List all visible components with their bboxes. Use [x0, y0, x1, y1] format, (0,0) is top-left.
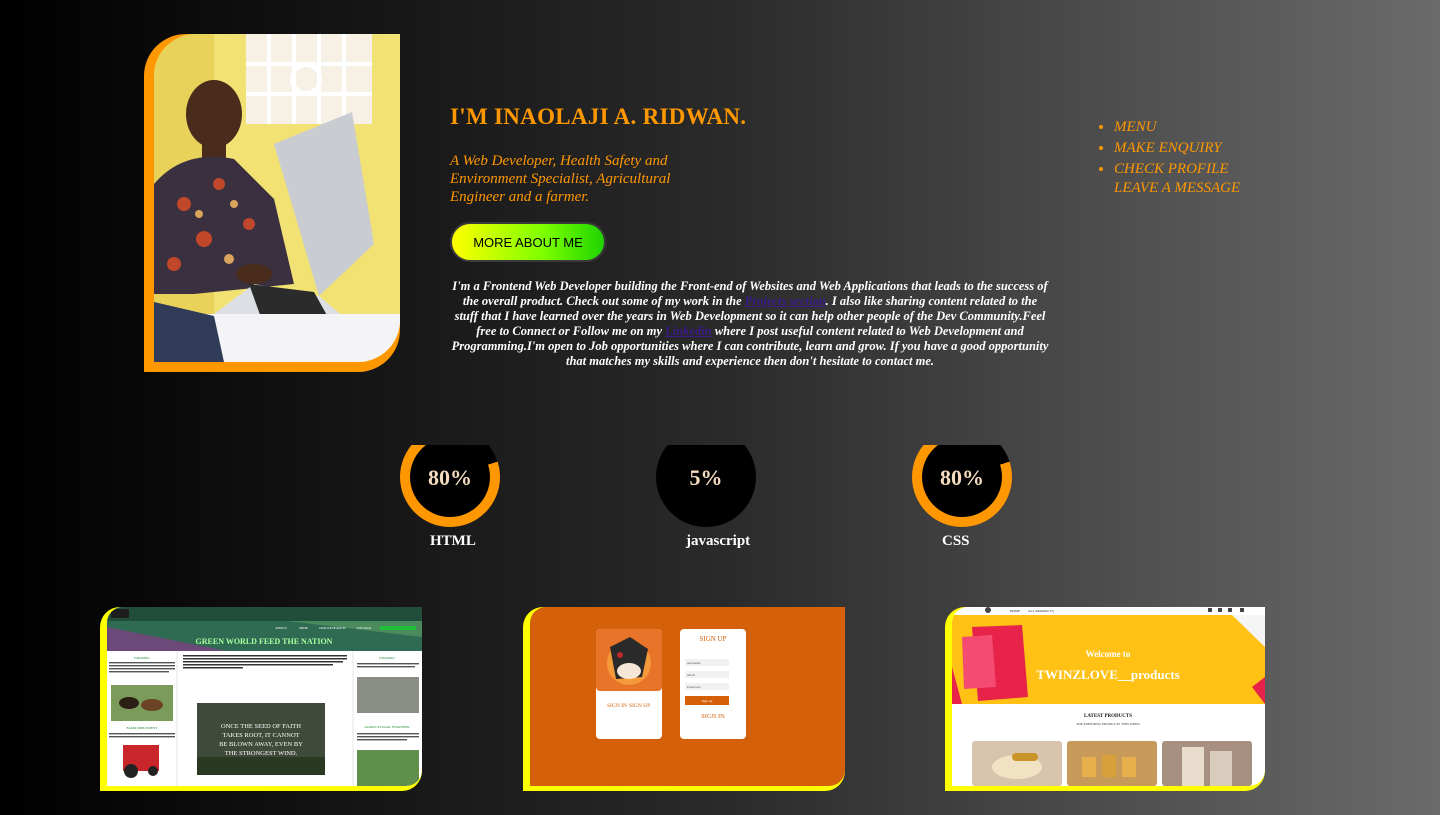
p3-section-title: LATEST PRODUCTS: [1084, 714, 1132, 719]
hero-subtitle: A Web Developer, Health Safety and Envir…: [450, 153, 671, 205]
skill-ring: 5%: [656, 445, 756, 527]
p3-section-sub: TOP TRENDING PRODUCTS THIS WEEK: [1076, 722, 1140, 726]
menu-item-menu[interactable]: MENU: [1114, 117, 1240, 138]
menu-item-check-profile[interactable]: CHECK PROFILE LEAVE A MESSAGE: [1114, 159, 1240, 197]
skill-ring: 80%: [400, 445, 500, 527]
p1-col1-sub: FARM IMPLEMENT: [127, 726, 159, 730]
skill-css: 80%: [912, 445, 1012, 527]
p3-welcome: Welcome to: [1086, 649, 1131, 659]
p1-banner: GREEN WORLD FEED THE NATION: [196, 637, 333, 646]
p3-nav-home: HOME: [1010, 609, 1020, 613]
p1-col1-head: FARMING: [134, 656, 150, 660]
p1-nav-upload: UPLOAD: [357, 626, 372, 630]
p1-col3-sub: AGRICULTURAL ENGINEER: [364, 725, 410, 729]
skill-ring: 80%: [912, 445, 1012, 527]
p2-footer-signin-link[interactable]: SIGN IN: [701, 713, 725, 720]
p3-brand: TWINZLOVE__products: [1036, 667, 1180, 682]
hero-title: I'M INAOLAJI A. RIDWAN.: [450, 104, 747, 129]
p2-field-email: email: [687, 673, 695, 677]
project-card-signup[interactable]: SIGN IN SIGN UP SIGN UP username email P…: [523, 607, 845, 791]
p2-field-password: Password: [687, 685, 701, 689]
more-about-me-button[interactable]: MORE ABOUT ME: [450, 222, 606, 262]
skill-percent: 5%: [689, 465, 723, 490]
project-screenshot: HOME ALL PRODUCTS Welcome to TWINZLOVE__…: [952, 607, 1265, 786]
skill-percent: 80%: [940, 465, 984, 490]
project-card-green-world[interactable]: ABOUT SHOP OUR RESEARCH UPLOAD GREEN WOR…: [100, 607, 422, 791]
skill-label-javascript: javascript: [686, 533, 751, 549]
p2-tab-signin[interactable]: SIGN IN: [607, 703, 627, 709]
projects-section-link[interactable]: Projects section: [745, 294, 826, 308]
p1-quote-2: TAKES ROOT, IT CANNOT: [222, 732, 299, 739]
project-screenshot: SIGN IN SIGN UP SIGN UP username email P…: [530, 607, 845, 786]
project-screenshot: ABOUT SHOP OUR RESEARCH UPLOAD GREEN WOR…: [107, 607, 422, 786]
p1-nav-research: OUR RESEARCH: [319, 626, 346, 630]
p2-tab-signup[interactable]: SIGN UP: [629, 703, 650, 709]
profile-photo: [154, 34, 400, 362]
skill-label-css: CSS: [942, 533, 970, 549]
p2-submit-button[interactable]: Sign up: [702, 699, 713, 703]
skill-javascript: 5%: [656, 445, 756, 527]
project-card-twinzlove[interactable]: HOME ALL PRODUCTS Welcome to TWINZLOVE__…: [945, 607, 1265, 791]
p2-card-title: SIGN UP: [699, 635, 726, 643]
skill-html: 80%: [400, 445, 500, 527]
menu-item-check-profile-label: CHECK PROFILE: [1114, 161, 1229, 177]
p3-nav-all-products: ALL PRODUCTS: [1028, 609, 1054, 613]
menu-item-leave-message[interactable]: LEAVE A MESSAGE: [1114, 180, 1240, 197]
skill-label-html: HTML: [430, 533, 476, 549]
p1-quote: ONCE THE SEED OF FAITH: [221, 723, 301, 730]
p1-nav-about: ABOUT: [275, 626, 288, 630]
p1-nav-shop: SHOP: [299, 626, 308, 630]
skill-percent: 80%: [428, 465, 472, 490]
linkedin-link[interactable]: Linkedin: [665, 324, 712, 338]
hero-bio: I'm a Frontend Web Developer building th…: [450, 279, 1050, 369]
p1-quote-4: THE STRONGEST WIND.: [225, 750, 298, 757]
menu-item-make-enquiry[interactable]: MAKE ENQUIRY: [1114, 138, 1240, 159]
side-menu: MENU MAKE ENQUIRY CHECK PROFILE LEAVE A M…: [1096, 117, 1240, 197]
p1-quote-3: BE BLOWN AWAY, EVEN BY: [219, 741, 303, 748]
p1-col3-head: FARMING: [379, 656, 395, 660]
p2-field-username: username: [687, 661, 701, 665]
